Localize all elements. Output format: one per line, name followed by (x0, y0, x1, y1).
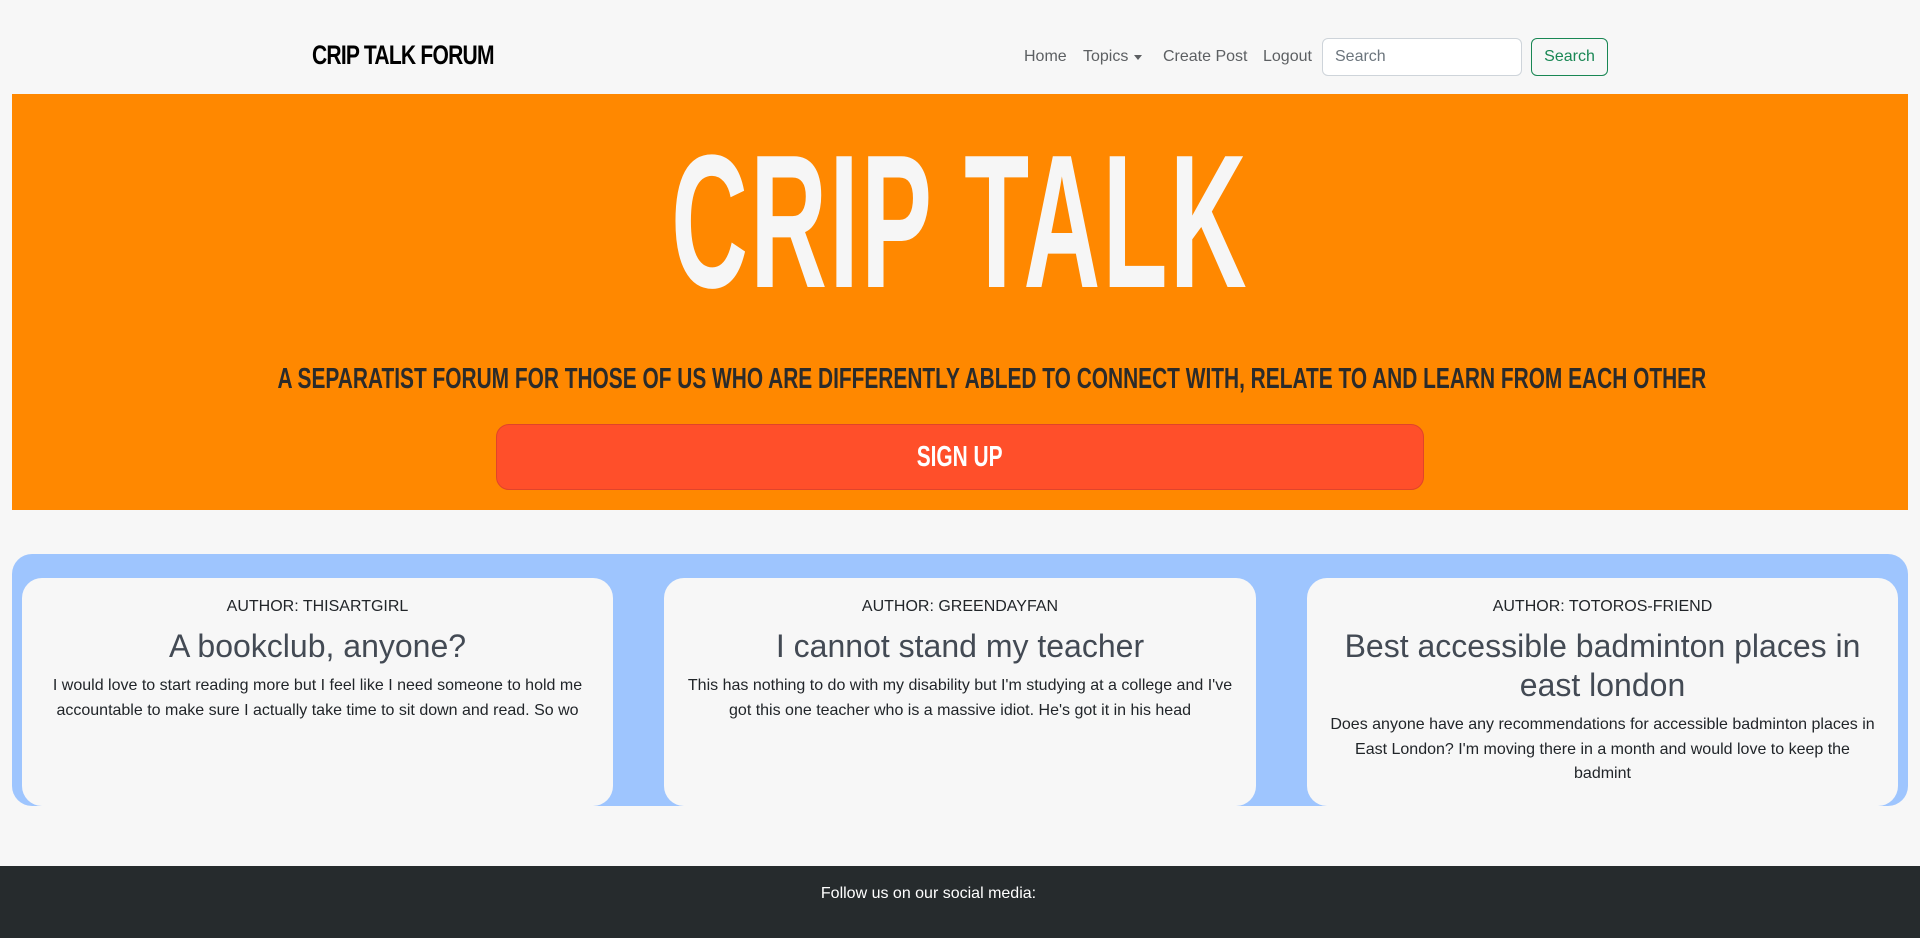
nav-link-home-label[interactable]: Home (1024, 48, 1067, 66)
brand-logo[interactable]: CRIP TALK FORUM (312, 37, 495, 73)
post-author: AUTHOR: TOTOROS-FRIEND (1492, 598, 1713, 615)
nav-link-create-post-label[interactable]: Create Post (1163, 48, 1247, 66)
chevron-down-icon[interactable] (1134, 54, 1143, 60)
post-title[interactable]: Best accessible badminton places in east… (1321, 627, 1884, 705)
nav-link-home[interactable]: Home (1024, 38, 1067, 76)
footer: Follow us on our social media: (0, 866, 1920, 938)
post-card[interactable]: AUTHOR: TOTOROS-FRIEND Best accessible b… (1307, 578, 1898, 806)
navbar: CRIP TALK FORUM Home Topics Create Post … (0, 0, 1920, 94)
post-author: AUTHOR: THISARTGIRL (226, 598, 409, 615)
nav-link-create-post[interactable]: Create Post (1163, 38, 1247, 76)
hero-banner: CRIP TALK A SEPARATIST FORUM FOR THOSE O… (12, 94, 1908, 510)
nav-dropdown-topics[interactable]: Topics (1083, 38, 1143, 76)
post-excerpt: I would love to start reading more but I… (52, 677, 583, 719)
nav-link-topics-label[interactable]: Topics (1083, 48, 1128, 66)
search-input[interactable] (1322, 38, 1522, 76)
post-title[interactable]: I cannot stand my teacher (678, 627, 1242, 666)
signup-button[interactable]: SIGN UP (496, 424, 1424, 490)
post-author: AUTHOR: GREENDAYFAN (861, 598, 1059, 615)
post-card[interactable]: AUTHOR: GREENDAYFAN I cannot stand my te… (664, 578, 1256, 806)
post-excerpt: Does anyone have any recommendations for… (1330, 716, 1875, 782)
nav-link-logout-label[interactable]: Logout (1263, 48, 1312, 66)
post-card[interactable]: AUTHOR: THISARTGIRL A bookclub, anyone? … (22, 578, 613, 806)
signup-button-label[interactable]: SIGN UP (917, 441, 1003, 474)
post-excerpt: This has nothing to do with my disabilit… (687, 677, 1233, 719)
post-title[interactable]: A bookclub, anyone? (36, 627, 599, 666)
search-button[interactable]: Search (1531, 38, 1608, 76)
footer-social-text: Follow us on our social media: (820, 885, 1037, 902)
hero-subtitle: A SEPARATIST FORUM FOR THOSE OF US WHO A… (277, 363, 1707, 395)
nav-link-logout[interactable]: Logout (1263, 38, 1312, 76)
hero-title: CRIP TALK (671, 116, 1249, 328)
